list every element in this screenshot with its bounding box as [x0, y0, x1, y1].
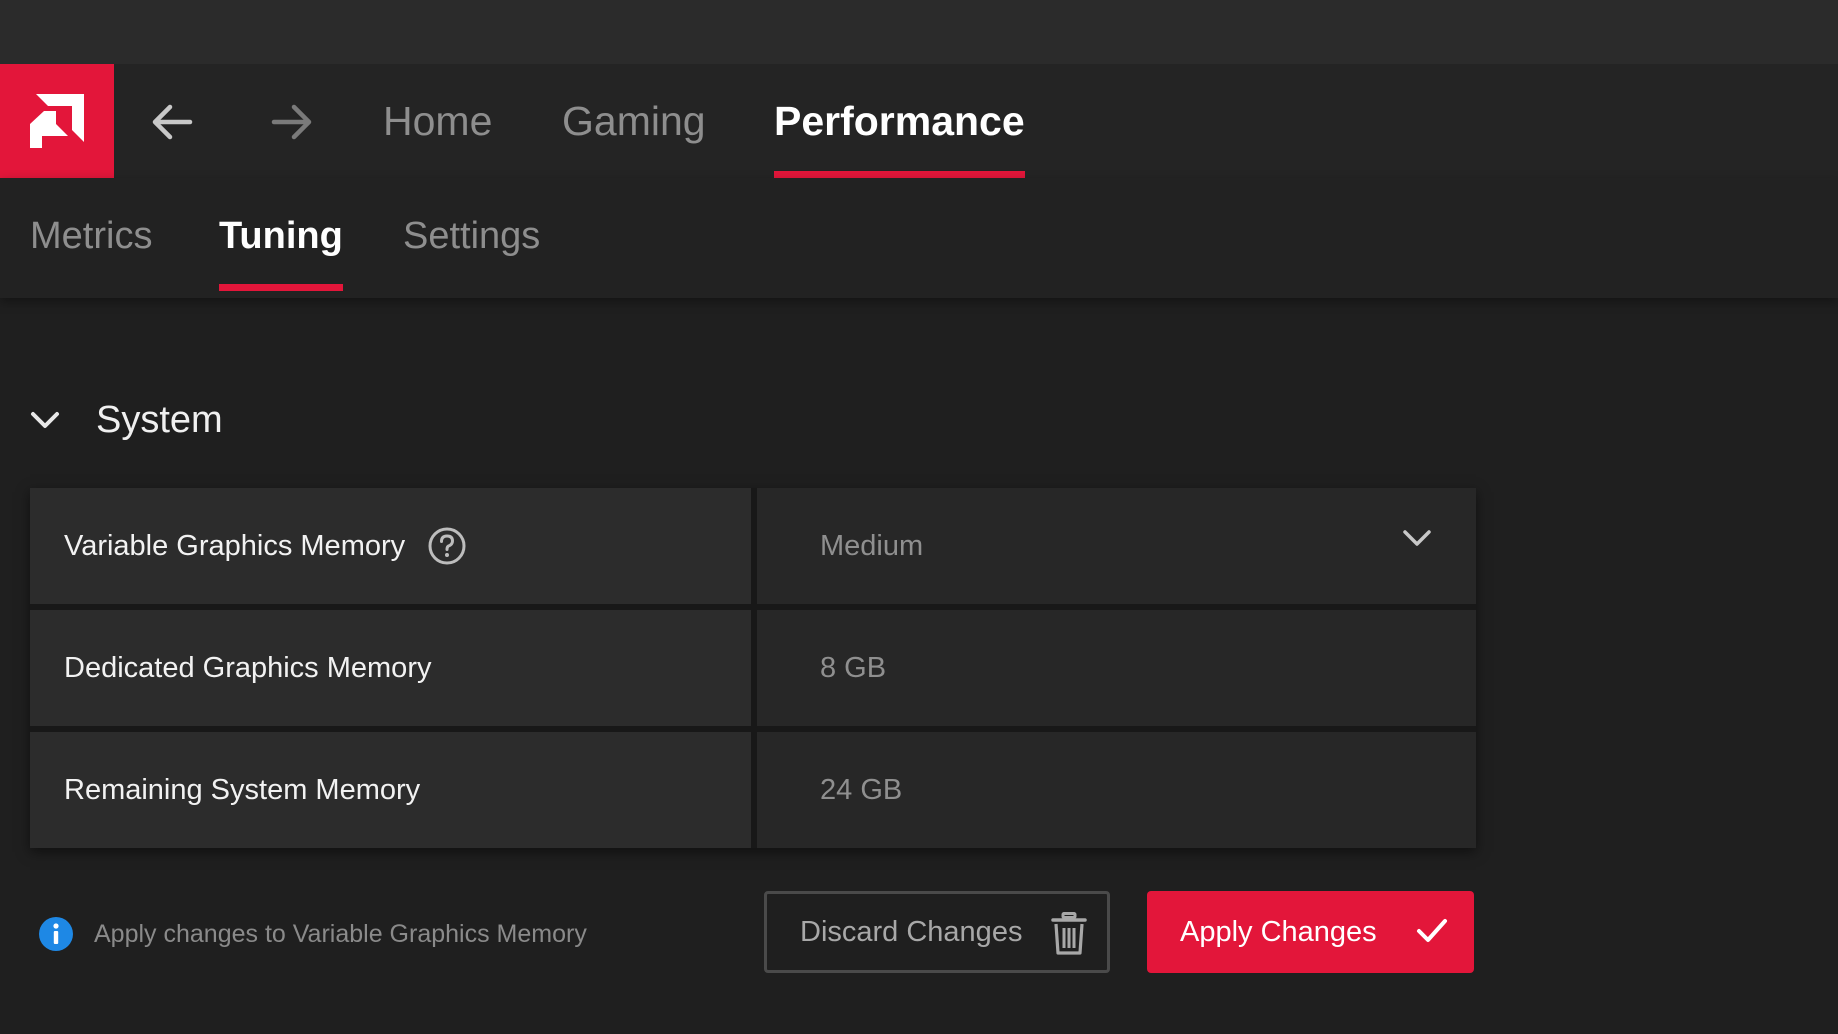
tab-gaming-label: Gaming [562, 97, 706, 144]
setting-row-dedicated-graphics-memory: Dedicated Graphics Memory 8 GB [30, 610, 1476, 726]
system-section-toggle[interactable]: System [30, 385, 223, 455]
setting-row-remaining-system-memory: Remaining System Memory 24 GB [30, 732, 1476, 848]
active-subtab-indicator [219, 284, 343, 291]
top-navigation: Home Gaming Performance [0, 64, 1838, 178]
setting-value: 8 GB [820, 651, 887, 684]
info-text: Apply changes to Variable Graphics Memor… [94, 919, 587, 948]
title-bar [0, 0, 1838, 64]
subtab-tuning[interactable]: Tuning [219, 178, 343, 295]
setting-value-cell: 8 GB [757, 610, 1476, 726]
tab-performance[interactable]: Performance [774, 64, 1025, 178]
tab-performance-label: Performance [774, 97, 1025, 144]
tab-home-label: Home [383, 97, 493, 144]
checkmark-icon [1417, 919, 1447, 942]
info-message: Apply changes to Variable Graphics Memor… [38, 912, 587, 956]
variable-graphics-memory-dropdown[interactable]: Medium [757, 488, 1476, 604]
forward-button[interactable] [262, 94, 322, 150]
chevron-down-icon [31, 412, 59, 428]
trash-icon [1051, 912, 1087, 955]
setting-label: Variable Graphics Memory [64, 529, 406, 562]
subtab-metrics-label: Metrics [30, 215, 153, 257]
active-tab-indicator [774, 171, 1025, 178]
arrow-left-icon [152, 104, 193, 140]
question-circle-icon [428, 527, 466, 565]
apply-changes-button[interactable]: Apply Changes [1147, 891, 1474, 973]
discard-changes-label: Discard Changes [800, 915, 1023, 948]
subtab-settings[interactable]: Settings [403, 178, 540, 295]
subtab-settings-label: Settings [403, 215, 541, 257]
help-button[interactable] [427, 526, 467, 566]
system-settings-panel: Variable Graphics Memory Medium Dedicate… [30, 488, 1476, 848]
setting-label-cell: Remaining System Memory [30, 732, 751, 848]
apply-changes-label: Apply Changes [1180, 915, 1377, 948]
dropdown-selected-value: Medium [820, 529, 924, 562]
discard-changes-button[interactable]: Discard Changes [764, 891, 1110, 973]
setting-label: Dedicated Graphics Memory [64, 651, 432, 684]
subtab-tuning-label: Tuning [219, 215, 343, 257]
back-button[interactable] [142, 94, 202, 150]
amd-logo-icon [30, 94, 84, 148]
setting-value-cell: 24 GB [757, 732, 1476, 848]
setting-label-cell: Variable Graphics Memory [30, 488, 751, 604]
tab-home[interactable]: Home [383, 64, 492, 178]
setting-label-cell: Dedicated Graphics Memory [30, 610, 751, 726]
setting-value: 24 GB [820, 773, 903, 806]
chevron-down-icon [1403, 530, 1431, 546]
setting-label: Remaining System Memory [64, 773, 421, 806]
arrow-right-icon [271, 104, 312, 140]
tab-gaming[interactable]: Gaming [562, 64, 706, 178]
subtab-metrics[interactable]: Metrics [30, 178, 152, 295]
sub-navigation: Metrics Tuning Settings [0, 178, 1838, 298]
setting-row-variable-graphics-memory: Variable Graphics Memory Medium [30, 488, 1476, 604]
section-title: System [96, 398, 223, 441]
info-circle-icon [39, 917, 73, 951]
amd-logo[interactable] [0, 64, 114, 178]
